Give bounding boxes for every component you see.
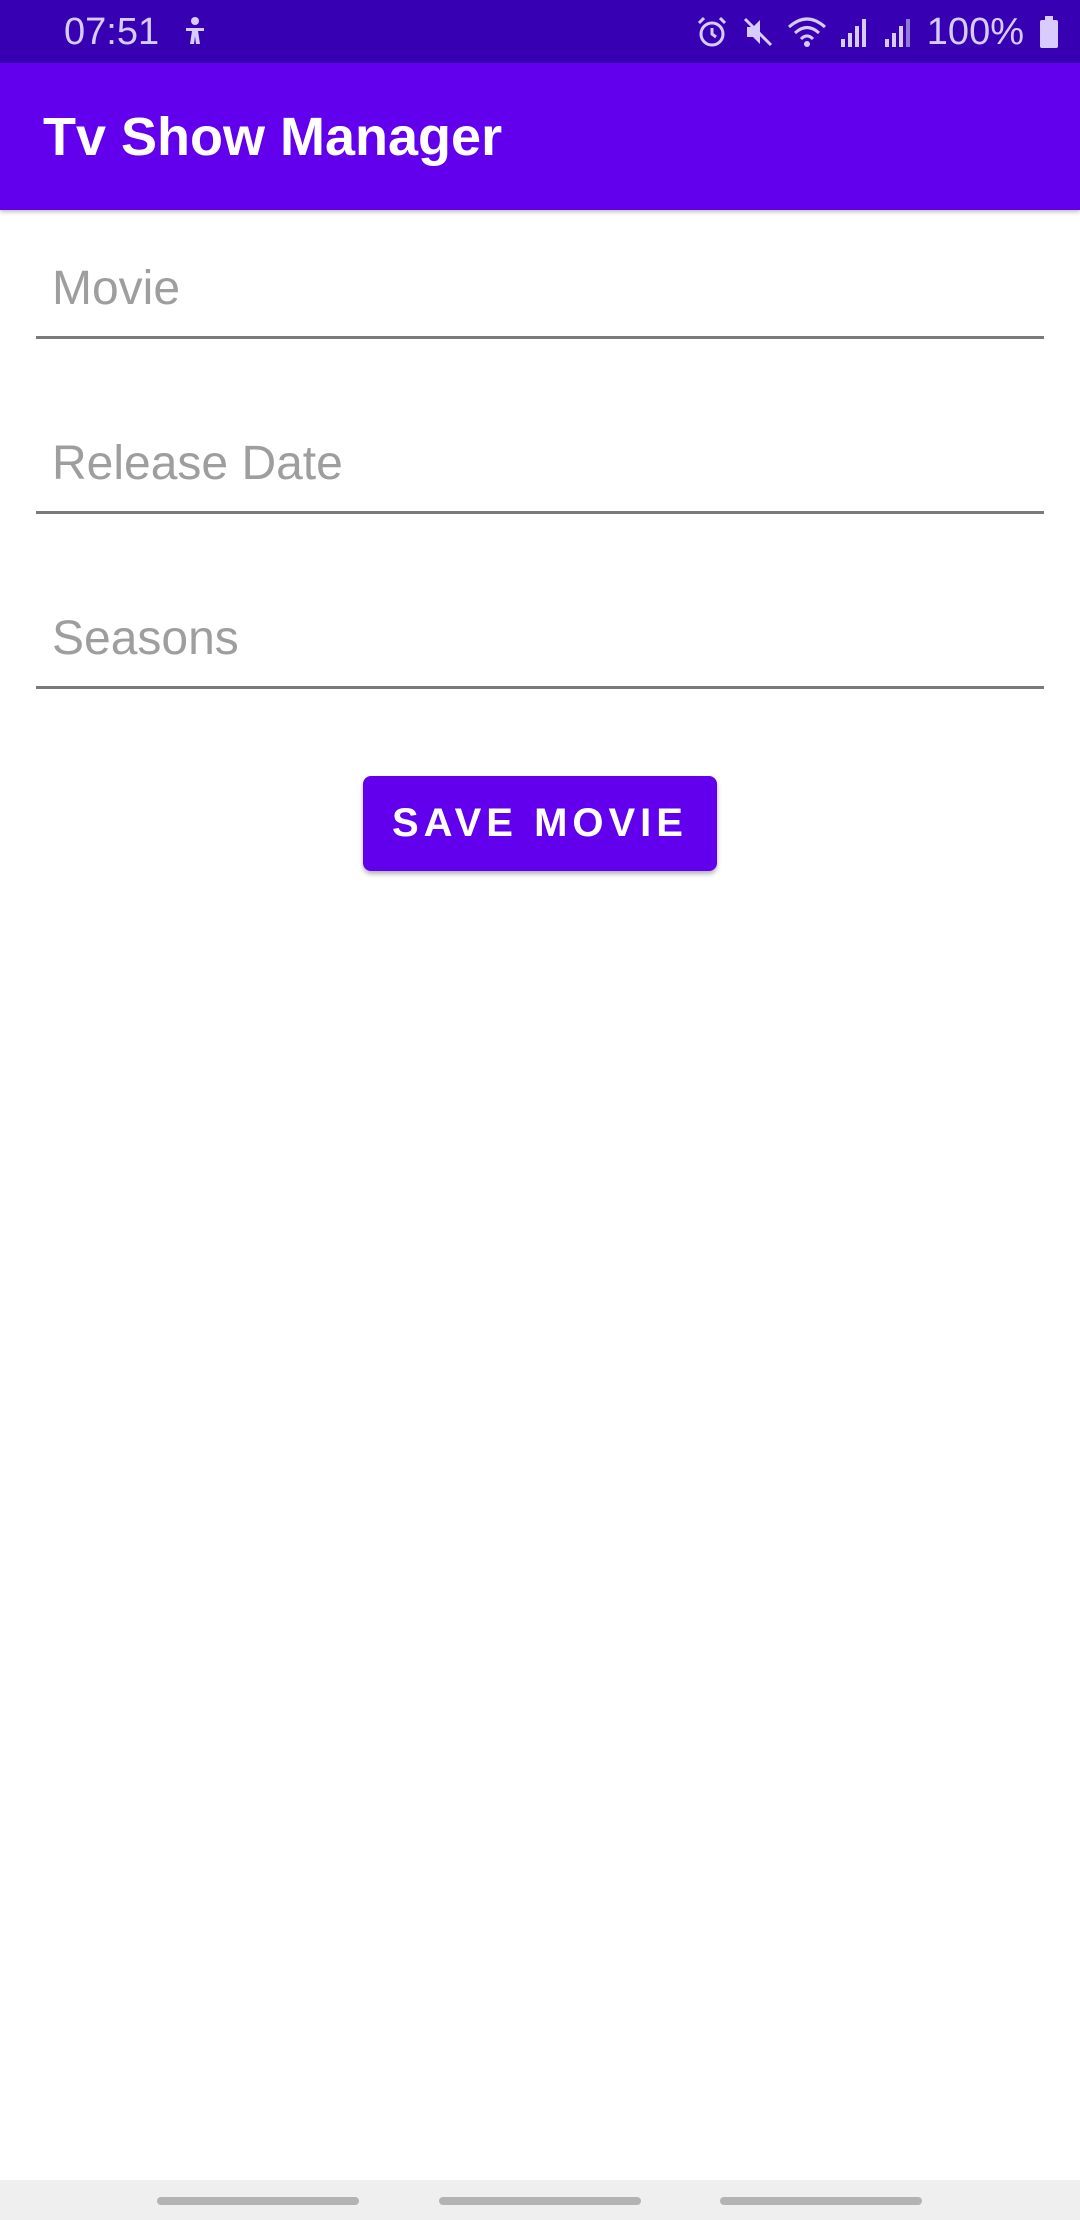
mute-icon [743,17,772,47]
app-title: Tv Show Manager [43,107,503,167]
signal-icon [840,19,866,47]
recents-handle[interactable] [157,2197,359,2205]
signal-icon [884,19,910,47]
status-time: 07:51 [64,11,160,53]
accessibility-icon [186,17,204,44]
home-handle[interactable] [439,2197,641,2205]
seasons-field [36,598,1044,689]
movie-input[interactable] [52,248,1032,328]
alarm-icon [697,16,726,47]
app-bar: Tv Show Manager [0,63,1080,210]
battery-percent: 100% [926,11,1024,53]
save-movie-button[interactable]: SAVE MOVIE [363,776,717,871]
movie-field [36,248,1044,339]
status-icons: 100% [695,10,1060,54]
battery-icon [1040,16,1058,48]
seasons-input[interactable] [52,598,1032,678]
wifi-icon [787,17,826,47]
status-bar: 07:51 100% [0,0,1080,63]
release-date-input[interactable] [52,423,1032,503]
back-handle[interactable] [720,2197,922,2205]
navigation-bar [0,2180,1080,2220]
release-date-field [36,423,1044,514]
